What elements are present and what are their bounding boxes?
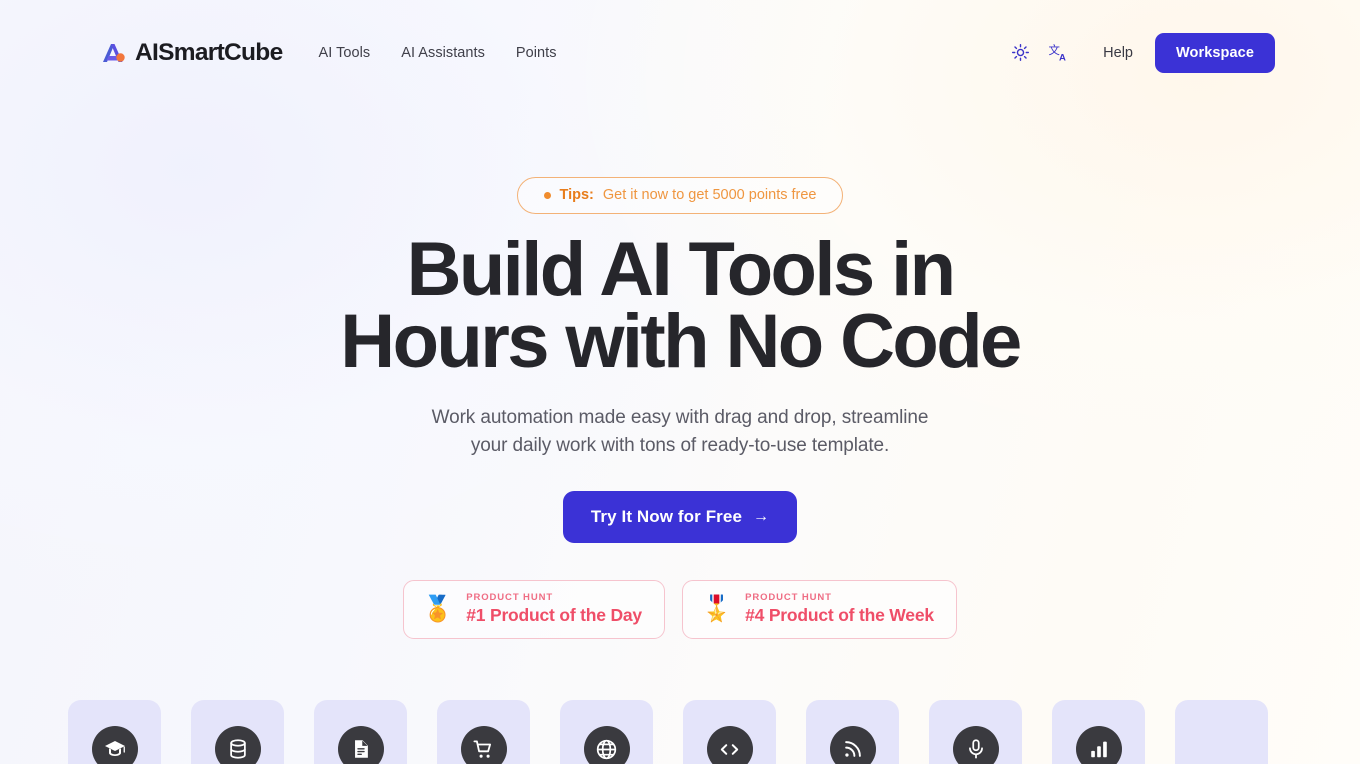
badge-kicker: PRODUCT HUNT — [745, 592, 832, 603]
category-card-database[interactable] — [191, 700, 284, 764]
product-hunt-badges: 🏅 PRODUCT HUNT #1 Product of the Day 🎖️ … — [0, 580, 1360, 639]
category-card-document[interactable] — [314, 700, 407, 764]
aismartcube-logo-icon — [100, 40, 126, 66]
category-card-more[interactable] — [1175, 700, 1268, 764]
bullet-dot-icon — [543, 191, 551, 199]
site-header: AISmartCube AI Tools AI Assistants Point… — [0, 0, 1360, 105]
database-icon — [214, 726, 261, 764]
primary-nav: AI Tools AI Assistants Points — [319, 45, 557, 61]
sun-icon — [1011, 43, 1030, 62]
subtitle-line-1: Work automation made easy with drag and … — [431, 407, 929, 428]
category-card-web[interactable] — [560, 700, 653, 764]
category-card-audio[interactable] — [929, 700, 1022, 764]
hero-section: Tips: Get it now to get 5000 points free… — [0, 105, 1360, 639]
nav-link-ai-tools[interactable]: AI Tools — [319, 45, 371, 61]
cta-container: Try It Now for Free → — [0, 491, 1360, 543]
brand-name: AISmartCube — [135, 38, 283, 66]
arrow-right-icon: → — [753, 508, 770, 525]
gold-rosette-icon: 🏅 — [422, 594, 454, 623]
header-actions: 文 A Help Workspace — [1001, 32, 1275, 73]
category-card-analytics[interactable] — [1052, 700, 1145, 764]
tips-banner[interactable]: Tips: Get it now to get 5000 points free — [516, 177, 844, 214]
microphone-icon — [952, 726, 999, 764]
try-it-now-button[interactable]: Try It Now for Free → — [562, 491, 798, 543]
category-strip[interactable] — [0, 700, 1360, 764]
badge-title: #4 Product of the Week — [745, 605, 934, 625]
category-card-code[interactable] — [683, 700, 776, 764]
brand-logo[interactable]: AISmartCube — [100, 39, 283, 67]
theme-toggle-button[interactable] — [1001, 34, 1039, 72]
tips-label: Tips: — [559, 187, 594, 203]
help-link[interactable]: Help — [1103, 45, 1133, 61]
tips-text: Get it now to get 5000 points free — [602, 187, 817, 203]
language-toggle-button[interactable]: 文 A — [1039, 34, 1077, 72]
product-hunt-badge-day[interactable]: 🏅 PRODUCT HUNT #1 Product of the Day — [403, 580, 665, 639]
page-title: Build AI Tools in Hours with No Code — [0, 232, 1360, 384]
document-icon — [337, 726, 384, 764]
cta-label: Try It Now for Free — [590, 507, 743, 526]
category-card-ecommerce[interactable] — [437, 700, 530, 764]
hero-subtitle: Work automation made easy with drag and … — [0, 404, 1360, 460]
workspace-button[interactable]: Workspace — [1154, 32, 1275, 73]
headline-line-2: Hours with No Code — [340, 299, 1022, 384]
nav-link-ai-assistants[interactable]: AI Assistants — [401, 45, 485, 61]
rss-feed-icon — [829, 726, 876, 764]
category-card-education[interactable] — [68, 700, 161, 764]
category-card-feed[interactable] — [806, 700, 899, 764]
nav-link-points[interactable]: Points — [516, 45, 557, 61]
graduation-cap-icon — [91, 726, 138, 764]
subtitle-line-2: your daily work with tons of ready-to-us… — [470, 435, 890, 456]
translate-icon: 文 A — [1048, 42, 1069, 63]
globe-icon — [583, 726, 630, 764]
svg-text:A: A — [1059, 53, 1066, 63]
shopping-cart-icon — [460, 726, 507, 764]
bar-chart-icon — [1075, 726, 1122, 764]
code-brackets-icon — [706, 726, 753, 764]
military-medal-icon: 🎖️ — [700, 594, 733, 623]
product-hunt-badge-week[interactable]: 🎖️ PRODUCT HUNT #4 Product of the Week — [681, 580, 957, 639]
badge-title: #1 Product of the Day — [466, 605, 642, 625]
badge-kicker: PRODUCT HUNT — [466, 592, 554, 603]
